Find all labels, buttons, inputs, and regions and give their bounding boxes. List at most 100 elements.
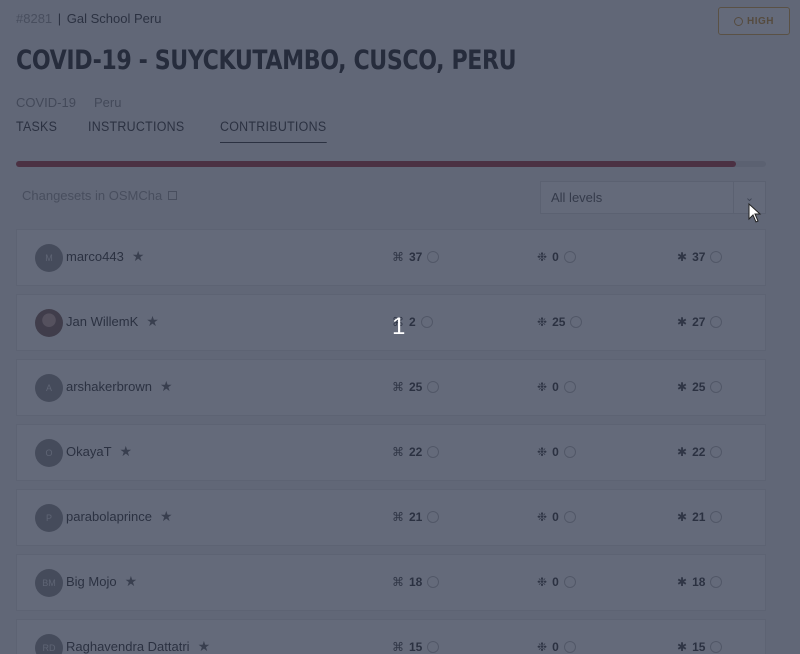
priority-badge[interactable]: HIGH xyxy=(718,7,790,35)
contributor-name-block: marco443 ★ xyxy=(66,248,144,265)
validated-tasks-count: 25 xyxy=(552,315,566,329)
avatar[interactable]: A xyxy=(35,374,63,402)
tab-instructions[interactable]: INSTRUCTIONS xyxy=(88,119,184,143)
check-circle-icon xyxy=(563,511,576,523)
tab-tasks[interactable]: TASKS xyxy=(16,119,57,143)
total-tasks-count: 37 xyxy=(692,250,706,264)
validated-tasks-count: 0 xyxy=(552,575,559,589)
contributor-name-block: Jan WillemK ★ xyxy=(66,313,159,330)
check-circle-icon xyxy=(427,641,440,653)
total-icon: ✱ xyxy=(677,510,688,524)
total-tasks-count: 15 xyxy=(692,640,706,654)
mapped-tasks-count: 15 xyxy=(409,640,423,654)
total-tasks-stat: ✱ 18 xyxy=(677,575,723,589)
osmcha-link[interactable]: Changesets in OSMCha xyxy=(22,188,178,203)
total-tasks-count: 21 xyxy=(692,510,706,524)
contributor-name-block: Raghavendra Dattatri ★ xyxy=(66,638,210,654)
star-icon: ★ xyxy=(160,508,173,524)
mapped-icon: ⌘ xyxy=(392,380,404,394)
project-tags: COVID-19 Peru xyxy=(16,95,121,110)
project-progress-bar xyxy=(16,161,766,167)
header-separator: | xyxy=(57,11,62,26)
total-icon: ✱ xyxy=(677,380,688,394)
contributor-row: RD Raghavendra Dattatri ★ ⌘ 15 ❉ 0 ✱ 15 xyxy=(16,619,766,654)
step-marker: 1 xyxy=(392,313,406,340)
check-circle-icon xyxy=(427,251,440,263)
project-header-line: #8281 | Gal School Peru xyxy=(16,11,161,26)
mapped-icon: ⌘ xyxy=(392,510,404,524)
project-id: #8281 xyxy=(16,11,53,26)
validated-icon: ❉ xyxy=(537,640,548,654)
mapped-tasks-stat: ⌘ 22 xyxy=(392,445,440,459)
total-tasks-count: 27 xyxy=(692,315,706,329)
check-circle-icon xyxy=(427,576,440,588)
contributor-username[interactable]: parabolaprince xyxy=(66,509,152,524)
priority-label: HIGH xyxy=(747,15,774,27)
total-tasks-stat: ✱ 25 xyxy=(677,380,723,394)
tab-contributions[interactable]: CONTRIBUTIONS xyxy=(219,119,327,143)
validated-tasks-stat: ❉ 0 xyxy=(537,250,576,264)
clock-icon xyxy=(734,16,743,26)
organisation-link[interactable]: Gal School Peru xyxy=(67,11,162,26)
avatar[interactable]: RD xyxy=(35,634,63,654)
contributor-username[interactable]: arshakerbrown xyxy=(66,379,152,394)
mapped-tasks-count: 21 xyxy=(409,510,423,524)
contributor-row: O OkayaT ★ ⌘ 22 ❉ 0 ✱ 22 xyxy=(16,424,766,481)
check-circle-icon xyxy=(427,511,440,523)
avatar[interactable] xyxy=(35,309,63,337)
validated-tasks-stat: ❉ 0 xyxy=(537,640,576,654)
mouse-cursor-icon xyxy=(748,203,762,223)
contributor-username[interactable]: Jan WillemK xyxy=(66,314,138,329)
mapped-tasks-count: 18 xyxy=(409,575,423,589)
tag-country[interactable]: Peru xyxy=(94,95,121,110)
validated-tasks-count: 0 xyxy=(552,250,559,264)
star-icon: ★ xyxy=(146,313,159,329)
contributor-row: Aarshakerbrown ★ ⌘ 25 ❉ 0 ✱ 25 xyxy=(16,359,766,416)
total-tasks-stat: ✱ 21 xyxy=(677,510,723,524)
contributor-username[interactable]: OkayaT xyxy=(66,444,112,459)
validated-tasks-count: 0 xyxy=(552,510,559,524)
validated-tasks-stat: ❉ 0 xyxy=(537,445,576,459)
project-title: COVID-19 - SUYCKUTAMBO, CUSCO, PERU xyxy=(16,45,517,76)
mapped-tasks-count: 25 xyxy=(409,380,423,394)
check-circle-icon xyxy=(570,316,583,328)
contributor-row: Mmarco443 ★ ⌘ 37 ❉ 0 ✱ 37 xyxy=(16,229,766,286)
validated-tasks-count: 0 xyxy=(552,445,559,459)
check-circle-icon xyxy=(563,641,576,653)
tag-campaign[interactable]: COVID-19 xyxy=(16,95,76,110)
level-filter-select[interactable]: All levels ⌄ xyxy=(540,181,766,214)
check-circle-icon xyxy=(563,251,576,263)
total-tasks-stat: ✱ 37 xyxy=(677,250,723,264)
check-circle-icon xyxy=(710,446,723,458)
star-icon: ★ xyxy=(119,443,133,459)
total-tasks-count: 22 xyxy=(692,445,706,459)
validated-icon: ❉ xyxy=(537,445,548,459)
total-icon: ✱ xyxy=(677,575,688,589)
contributor-username[interactable]: marco443 xyxy=(66,249,124,264)
validated-icon: ❉ xyxy=(537,315,548,329)
mapped-icon: ⌘ xyxy=(392,445,404,459)
contributor-name-block: arshakerbrown ★ xyxy=(66,378,173,395)
mapped-tasks-count: 37 xyxy=(409,250,423,264)
contributor-username[interactable]: Big Mojo xyxy=(66,574,117,589)
total-tasks-stat: ✱ 22 xyxy=(677,445,723,459)
osmcha-link-label: Changesets in OSMCha xyxy=(22,188,163,203)
check-circle-icon xyxy=(563,576,576,588)
level-filter-value: All levels xyxy=(551,190,603,205)
avatar[interactable]: M xyxy=(35,244,63,272)
mapped-tasks-count: 22 xyxy=(409,445,423,459)
total-icon: ✱ xyxy=(677,250,688,264)
mapped-tasks-stat: ⌘ 37 xyxy=(392,250,440,264)
total-tasks-stat: ✱ 27 xyxy=(677,315,723,329)
avatar[interactable]: BM xyxy=(35,569,63,597)
validated-icon: ❉ xyxy=(537,575,548,589)
contributor-username[interactable]: Raghavendra Dattatri xyxy=(66,639,190,654)
contributors-list: Mmarco443 ★ ⌘ 37 ❉ 0 ✱ 37 Jan WillemK ★ ⌘ 2 ❉ 25 ✱ 27 Aa… xyxy=(16,229,766,654)
mapped-tasks-stat: ⌘ 25 xyxy=(392,380,440,394)
avatar[interactable]: P xyxy=(35,504,63,532)
check-circle-icon xyxy=(427,381,440,393)
check-circle-icon xyxy=(710,251,723,263)
contributor-row: Pparabolaprince ★ ⌘ 21 ❉ 0 ✱ 21 xyxy=(16,489,766,546)
avatar[interactable]: O xyxy=(35,439,63,467)
star-icon: ★ xyxy=(197,638,211,654)
